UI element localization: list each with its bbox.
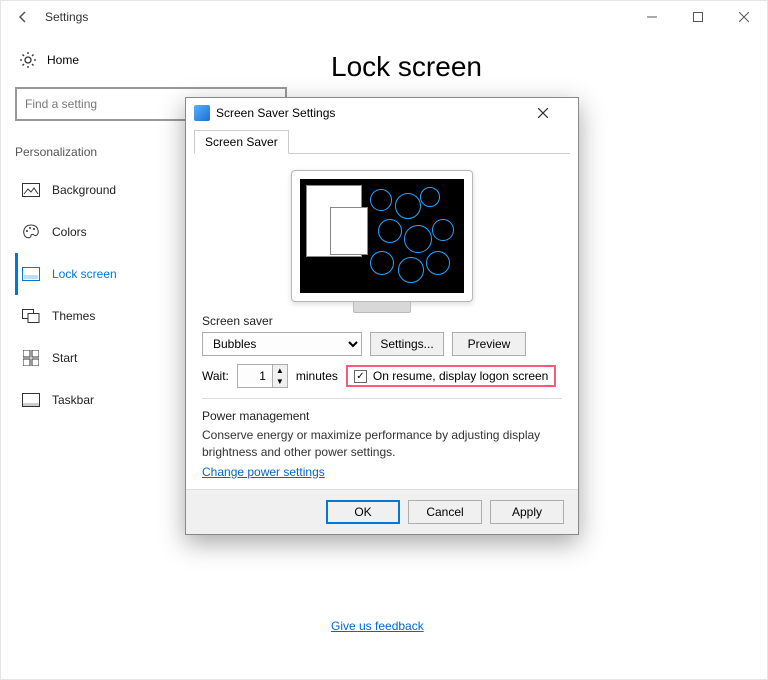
gear-icon bbox=[19, 51, 37, 69]
dialog-close-button[interactable] bbox=[538, 108, 570, 118]
apply-button[interactable]: Apply bbox=[490, 500, 564, 524]
tab-screensaver[interactable]: Screen Saver bbox=[194, 130, 289, 154]
spin-down-icon[interactable]: ▼ bbox=[273, 376, 287, 387]
power-management-heading: Power management bbox=[202, 409, 562, 423]
wait-unit: minutes bbox=[296, 369, 338, 383]
sidebar-item-label: Taskbar bbox=[52, 393, 94, 407]
screensaver-dialog: Screen Saver Settings Screen Saver Scree… bbox=[185, 97, 579, 535]
dialog-icon bbox=[194, 105, 210, 121]
palette-icon bbox=[22, 223, 40, 241]
wait-label: Wait: bbox=[202, 369, 229, 383]
start-icon bbox=[22, 349, 40, 367]
wait-input[interactable] bbox=[237, 364, 273, 388]
settings-button[interactable]: Settings... bbox=[370, 332, 444, 356]
search-placeholder: Find a setting bbox=[25, 97, 97, 111]
back-button[interactable] bbox=[9, 3, 37, 31]
dialog-titlebar: Screen Saver Settings bbox=[186, 98, 578, 128]
window-title: Settings bbox=[45, 10, 88, 24]
screensaver-preview bbox=[291, 170, 473, 302]
on-resume-checkbox[interactable]: ✓ bbox=[354, 370, 367, 383]
themes-icon bbox=[22, 307, 40, 325]
home-label: Home bbox=[47, 53, 79, 67]
preview-button[interactable]: Preview bbox=[452, 332, 526, 356]
sidebar-item-label: Themes bbox=[52, 309, 95, 323]
settings-titlebar: Settings bbox=[1, 1, 767, 33]
on-resume-label: On resume, display logon screen bbox=[373, 369, 548, 383]
cancel-button[interactable]: Cancel bbox=[408, 500, 482, 524]
wait-spinner[interactable]: ▲▼ bbox=[237, 364, 288, 388]
minimize-button[interactable] bbox=[629, 1, 675, 33]
page-title: Lock screen bbox=[331, 51, 737, 83]
sidebar-item-label: Start bbox=[52, 351, 77, 365]
taskbar-icon bbox=[22, 391, 40, 409]
lock-screen-icon bbox=[22, 265, 40, 283]
spin-up-icon[interactable]: ▲ bbox=[273, 365, 287, 376]
ok-button[interactable]: OK bbox=[326, 500, 400, 524]
screensaver-select[interactable]: Bubbles bbox=[202, 332, 362, 356]
close-button[interactable] bbox=[721, 1, 767, 33]
change-power-settings-link[interactable]: Change power settings bbox=[202, 465, 325, 479]
feedback-link[interactable]: Give us feedback bbox=[331, 619, 424, 633]
on-resume-highlight: ✓ On resume, display logon screen bbox=[346, 365, 556, 387]
screensaver-group-label: Screen saver bbox=[202, 314, 562, 328]
sidebar-item-label: Background bbox=[52, 183, 116, 197]
power-management-desc: Conserve energy or maximize performance … bbox=[202, 427, 562, 461]
dialog-title: Screen Saver Settings bbox=[216, 106, 335, 120]
picture-icon bbox=[22, 181, 40, 199]
home-nav[interactable]: Home bbox=[15, 43, 287, 77]
sidebar-item-label: Colors bbox=[52, 225, 87, 239]
maximize-button[interactable] bbox=[675, 1, 721, 33]
sidebar-item-label: Lock screen bbox=[52, 267, 117, 281]
